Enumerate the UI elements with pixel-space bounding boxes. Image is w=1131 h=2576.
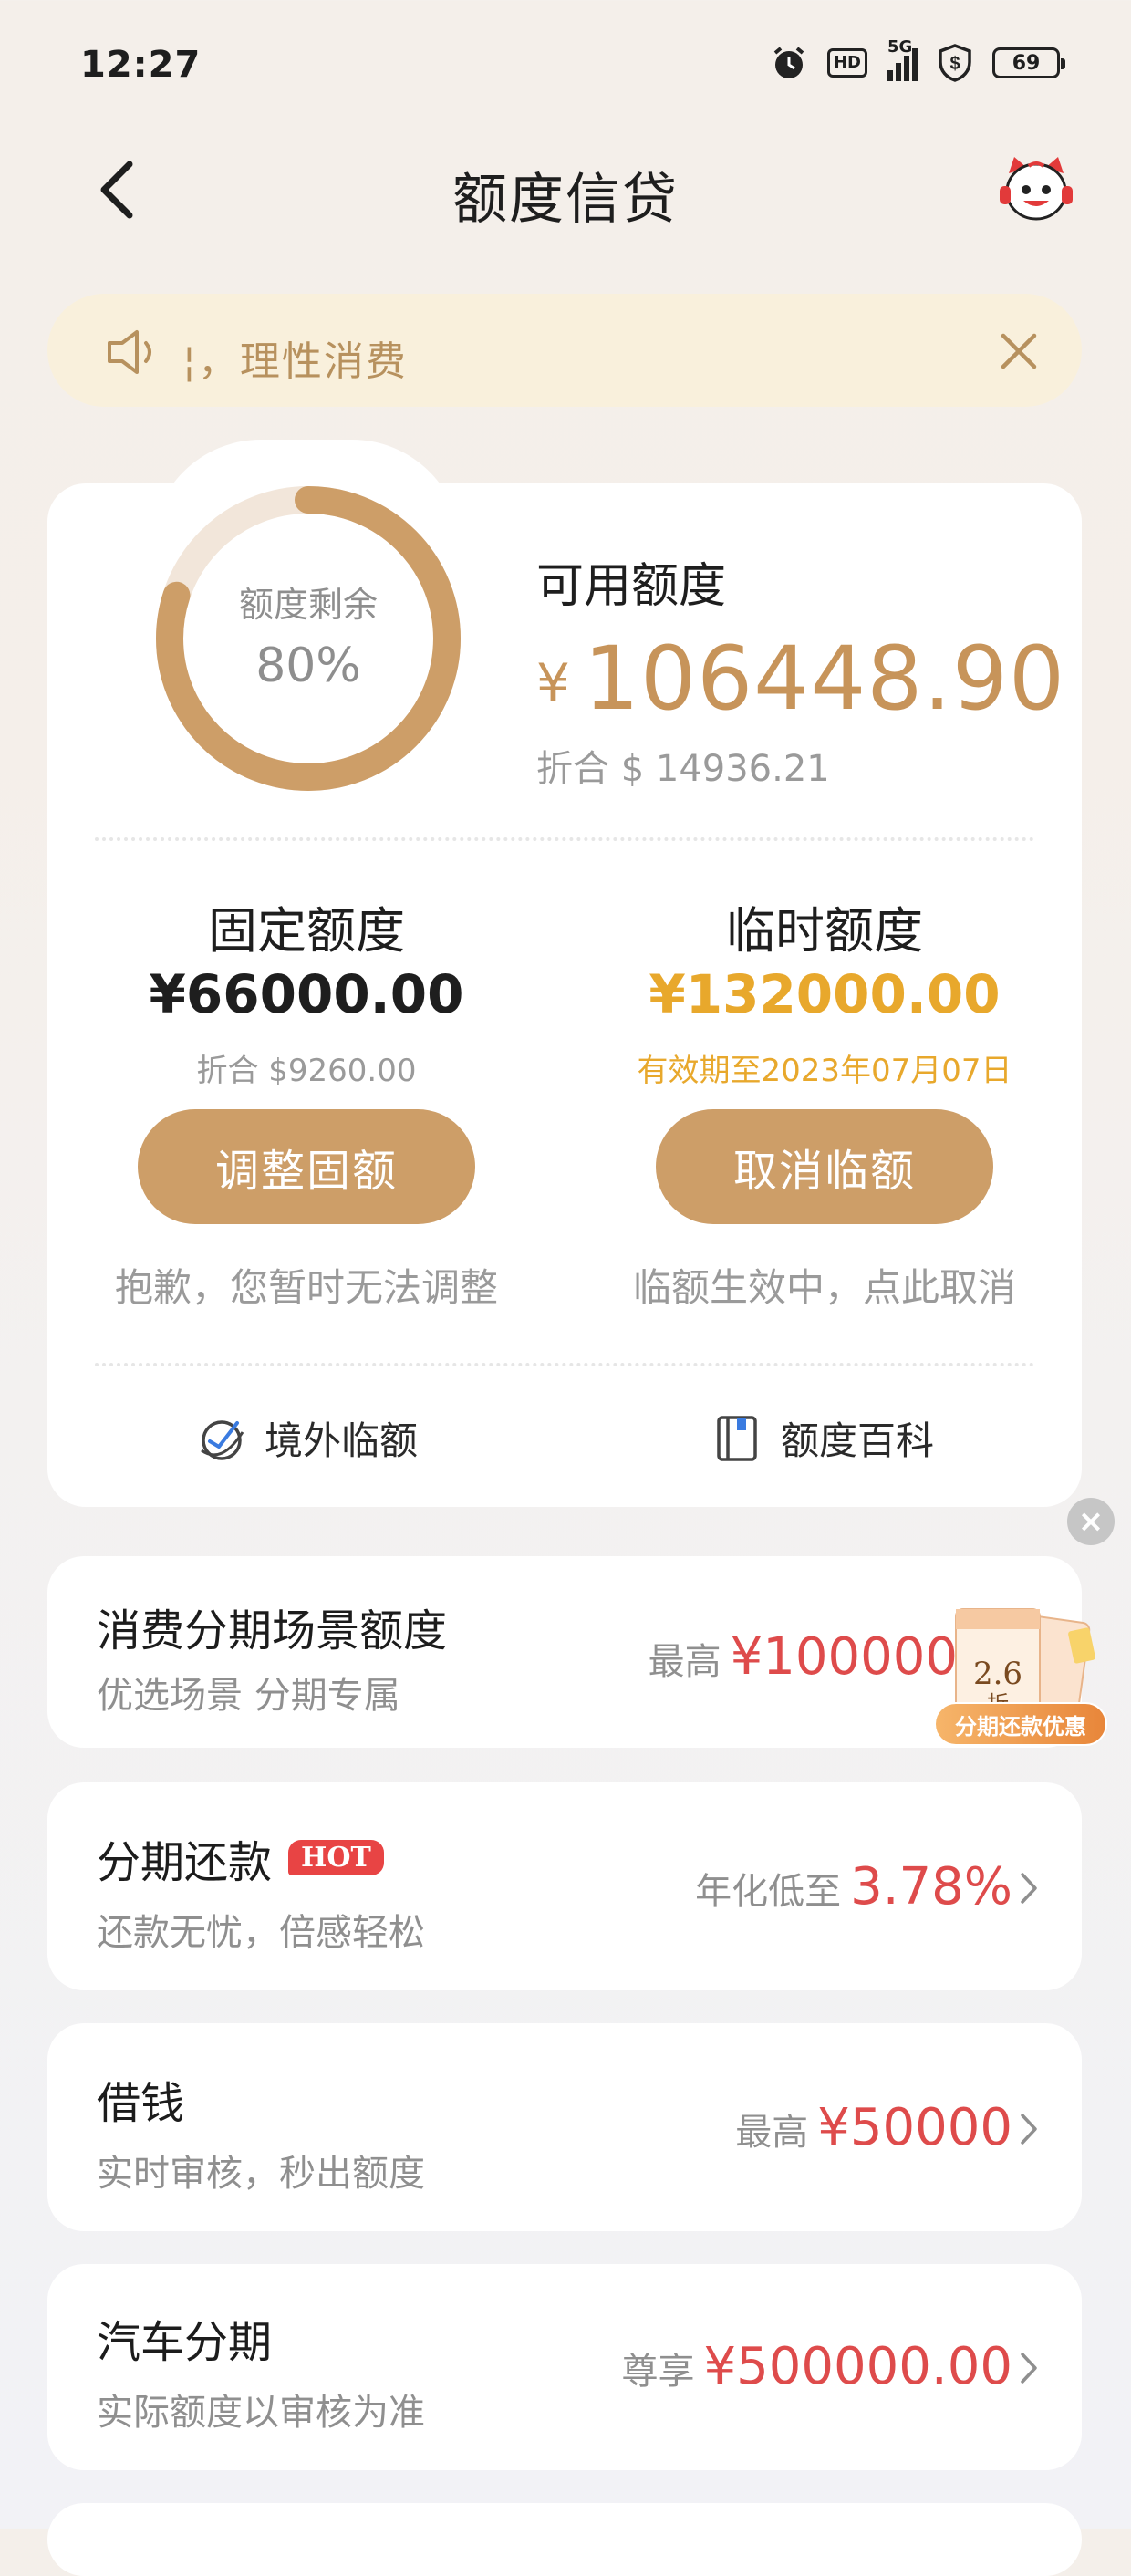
ring-label: 额度剩余 [238,585,378,625]
svg-text:$: $ [949,54,960,74]
temporary-credit-title: 临时额度 [726,902,923,960]
product-highlight: 尊享 ¥500000.00 [622,2337,1012,2396]
credit-encyclopedia-label: 额度百科 [781,1418,935,1463]
product-subtitle: 实际额度以审核为准 [97,2392,425,2434]
currency-symbol: ¥ [536,652,571,714]
product-highlight-prefix: 最高 [735,2112,809,2154]
credit-encyclopedia-link[interactable]: 额度百科 [713,1410,934,1466]
hd-badge: HD [826,48,867,78]
overseas-temp-credit-label: 境外临额 [265,1418,419,1463]
product-title: 消费分期场景额度 [97,1605,448,1657]
divider [95,837,1034,841]
alarm-icon [773,47,804,78]
fixed-credit-title: 固定额度 [208,902,405,960]
mascot-assistant-icon[interactable] [996,153,1076,226]
fixed-credit-converted: 折合 $9260.00 [196,1053,417,1089]
plane-globe-icon [201,1419,244,1460]
available-amount-number: 106448.90 [583,628,1066,730]
fixed-credit-note: 抱歉，您暂时无法调整 [114,1265,498,1310]
book-icon [717,1415,757,1461]
chevron-right-icon [1021,1873,1037,1904]
product-highlight-prefix: 尊享 [621,2351,695,2393]
product-highlight-value: 3.78% [850,1857,1012,1916]
adjust-fixed-credit-button[interactable]: 调整固额 [138,1109,475,1224]
shield-dollar-icon: $ [939,44,971,82]
available-converted: 折合 $ 14936.21 [536,748,830,790]
product-subtitle: 还款无忧，倍感轻松 [97,1912,425,1954]
available-credit-label: 可用额度 [536,559,727,614]
hot-badge: HOT [288,1840,384,1875]
speaker-icon [108,330,151,374]
overseas-temp-credit-link[interactable]: 境外临额 [197,1410,418,1466]
divider [95,1363,1034,1366]
chevron-right-icon [1021,2353,1037,2384]
cancel-temporary-credit-button[interactable]: 取消临额 [656,1109,993,1224]
notice-close-icon[interactable] [996,328,1042,374]
available-credit-amount: ¥106448.90 [536,628,1065,730]
promo-discount-value: 2.6 [973,1656,1022,1692]
product-title: 借钱 [97,2078,185,2129]
ad-close-icon[interactable]: × [1067,1498,1115,1545]
temporary-credit-note[interactable]: 临额生效中，点此取消 [569,1257,1080,1313]
product-highlight-value: ¥500000.00 [703,2337,1012,2396]
product-highlight-value: ¥50000 [817,2098,1012,2157]
notice-text: ¦，理性消费 [182,338,408,385]
product-title-text: 分期还款 [97,1837,273,1888]
network-label: 5G [887,37,913,57]
product-subtitle: 优选场景 分期专属 [97,1675,400,1717]
product-card-partial[interactable] [47,2503,1082,2576]
product-highlight: 最高 ¥100000 [649,1627,958,1687]
signal-icon: 5G [887,37,918,81]
product-highlight-prefix: 最高 [648,1641,721,1683]
fixed-credit-value: ¥66000.00 [149,963,464,1025]
status-time: 12:27 [80,44,202,86]
product-title: 汽车分期 [97,2317,273,2368]
temporary-credit-value: ¥132000.00 [649,963,1001,1025]
product-highlight-prefix: 年化低至 [695,1871,842,1913]
battery-indicator: 69 [992,47,1065,78]
page-title: 额度信贷 [452,168,679,232]
chevron-right-icon [1021,2114,1037,2145]
promo-tag[interactable]: 分期还款优惠 [934,1702,1107,1746]
product-highlight: 年化低至 3.78% [695,1857,1012,1916]
status-icons: HD 5G $ 69 [771,37,1065,82]
product-highlight-value: ¥100000 [730,1627,958,1687]
product-highlight: 最高 ¥50000 [735,2098,1012,2157]
ring-value: 80% [255,639,361,693]
product-subtitle: 实时审核，秒出额度 [97,2153,425,2195]
product-title: 分期还款 HOT [97,1826,384,1890]
temporary-credit-expiry: 有效期至2023年07月07日 [637,1053,1012,1089]
